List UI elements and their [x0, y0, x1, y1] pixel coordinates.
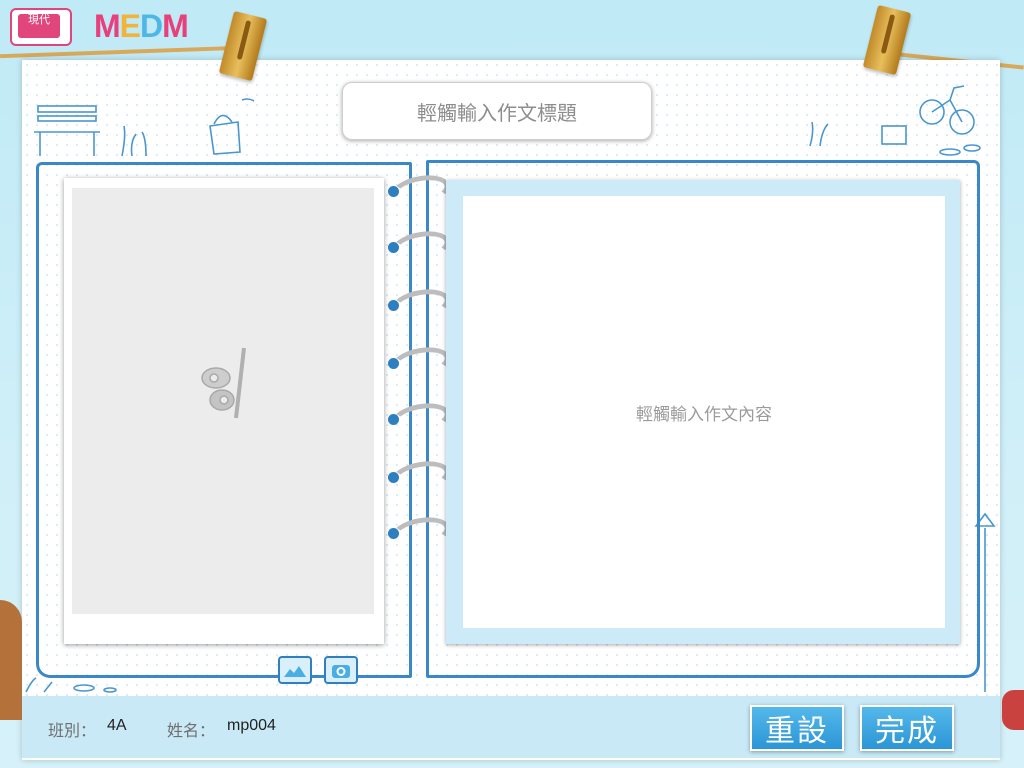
left-edge-decoration — [0, 600, 22, 720]
rope-left — [0, 45, 240, 59]
name-value: mp004 — [227, 717, 276, 734]
bicycle-doodle-icon — [809, 85, 981, 156]
done-button[interactable]: 完成 — [860, 705, 954, 751]
medm-letter-4: M — [162, 8, 189, 44]
binder-rings — [388, 171, 452, 556]
class-label: 班別： — [48, 721, 97, 740]
medm-letter-2: E — [119, 8, 141, 44]
image-gallery-icon — [284, 666, 306, 677]
class-value: 4A — [107, 717, 127, 734]
essay-content-input[interactable]: 輕觸輸入作文內容 — [463, 196, 945, 628]
pen-feather-icon — [201, 347, 246, 419]
camera-button[interactable] — [324, 656, 358, 684]
essay-title-input[interactable]: 輕觸輸入作文標題 — [342, 82, 652, 140]
gallery-button[interactable] — [278, 656, 312, 684]
modern-logo-text: 現代 — [18, 14, 60, 38]
right-edge-decoration — [1002, 690, 1024, 730]
medm-letter-1: M — [94, 8, 121, 44]
name-label: 姓名： — [167, 721, 216, 740]
medm-logo: MEDM — [94, 8, 189, 45]
camera-icon — [332, 665, 350, 678]
medm-letter-3: D — [140, 8, 163, 44]
park-doodle-icon — [34, 98, 254, 157]
reset-button[interactable]: 重設 — [750, 705, 844, 751]
ground-doodle-icon — [25, 677, 117, 693]
modern-logo: 現代 — [10, 8, 72, 46]
